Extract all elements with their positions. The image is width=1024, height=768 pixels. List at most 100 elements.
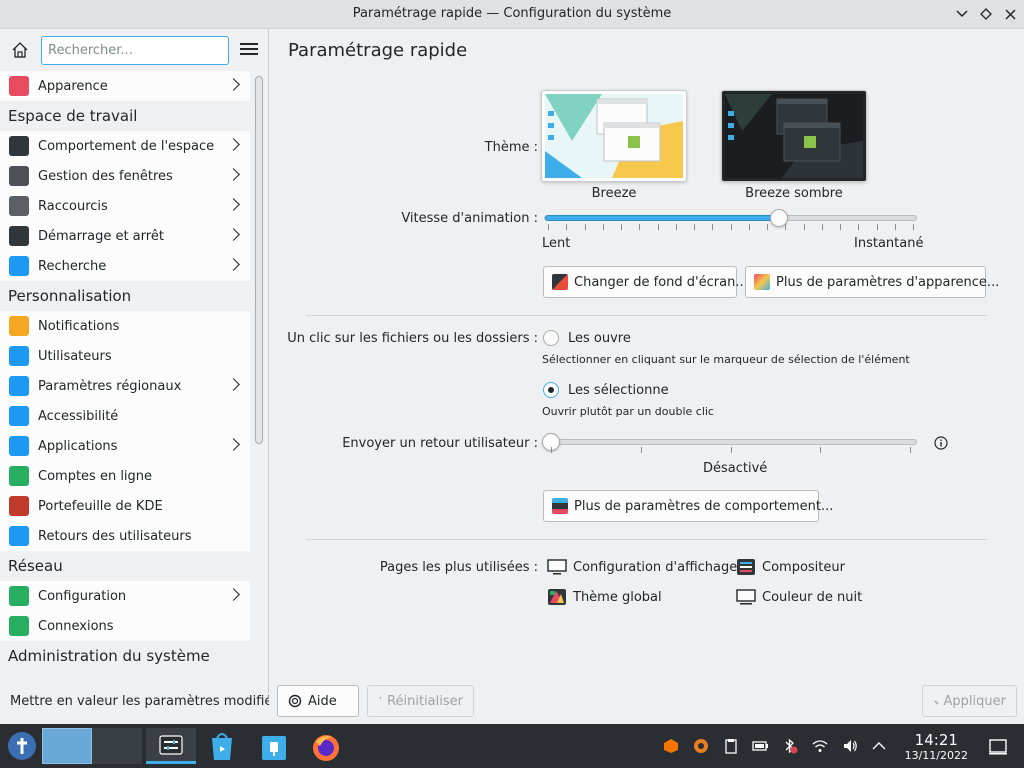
clock-date: 13/11/2022 xyxy=(904,749,968,762)
apply-label: Appliquer xyxy=(943,693,1006,709)
sidebar-item[interactable]: Configuration xyxy=(0,581,250,611)
wifi-icon[interactable] xyxy=(812,738,828,754)
updates-icon[interactable] xyxy=(693,738,709,754)
show-desktop-icon[interactable] xyxy=(989,738,1007,756)
sidebar-item[interactable]: Comptes en ligne xyxy=(0,461,250,491)
slider-tick xyxy=(694,224,695,230)
sidebar-item[interactable]: Gestion des fenêtres xyxy=(0,161,250,191)
sidebar-scrollbar[interactable] xyxy=(255,76,263,444)
sidebar-item-label: Comportement de l'espace ... xyxy=(38,138,218,154)
animation-min-label: Lent xyxy=(542,236,571,251)
chevron-up-icon[interactable] xyxy=(871,738,887,754)
home-icon xyxy=(12,42,28,58)
sidebar-item[interactable]: Retours des utilisateurs xyxy=(0,521,250,551)
theme-name-breeze-dark: Breeze sombre xyxy=(745,186,843,201)
virtual-desktop-1[interactable] xyxy=(42,728,92,764)
breeze-dark-preview-image xyxy=(725,94,863,178)
animation-speed-slider[interactable] xyxy=(544,215,917,221)
slider-tick xyxy=(910,447,911,453)
sidebar-item[interactable]: Accessibilité xyxy=(0,401,250,431)
separator-2 xyxy=(306,539,987,540)
sidebar-item[interactable]: Connexions xyxy=(0,611,250,641)
sidebar-item-label: Gestion des fenêtres xyxy=(38,168,173,184)
appearance-icon xyxy=(9,76,29,96)
minimize-button[interactable] xyxy=(953,5,971,23)
sidebar-item-label: Configuration xyxy=(38,588,127,604)
slider-tick xyxy=(551,447,552,453)
sidebar-item[interactable]: Démarrage et arrêt xyxy=(0,221,250,251)
system-settings-icon xyxy=(159,735,183,755)
volume-icon[interactable] xyxy=(842,738,858,754)
taskbar-files[interactable] xyxy=(258,728,290,764)
sidebar-item[interactable]: Paramètres régionaux xyxy=(0,371,250,401)
network-config-icon xyxy=(9,586,29,606)
separator-1 xyxy=(306,315,987,316)
taskbar-discover[interactable] xyxy=(206,728,238,764)
clock[interactable]: 14:21 13/11/2022 xyxy=(905,731,968,762)
most-used-compositor[interactable]: Compositeur xyxy=(736,558,845,576)
hamburger-menu-button[interactable] xyxy=(240,41,258,59)
most-used-night-color[interactable]: Couleur de nuit xyxy=(736,588,862,606)
slider-tick xyxy=(895,224,896,230)
sidebar-item[interactable]: Recherche xyxy=(0,251,250,281)
feedback-icon xyxy=(9,526,29,546)
sidebar-item-label: Démarrage et arrêt xyxy=(38,228,164,244)
sidebar-item[interactable]: Comportement de l'espace ... xyxy=(0,131,250,161)
maximize-button[interactable] xyxy=(977,5,995,23)
sidebar-item[interactable]: Apparence xyxy=(0,71,250,101)
firefox-icon xyxy=(313,735,339,761)
battery-icon[interactable] xyxy=(752,738,768,754)
sidebar-item-label: Applications xyxy=(38,438,118,454)
apply-button[interactable]: Appliquer xyxy=(922,685,1017,717)
sidebar-item[interactable]: Notifications xyxy=(0,311,250,341)
theme-card-breeze-dark[interactable] xyxy=(721,90,867,182)
bluetooth-icon[interactable] xyxy=(782,738,798,754)
slider-tick xyxy=(603,224,604,230)
most-used-label: Pages les plus utilisées : xyxy=(379,560,538,575)
slider-tick xyxy=(641,447,642,453)
bottom-button-bar: Aide Réinitialiser Appliquer xyxy=(270,684,1024,724)
sidebar-item[interactable]: Portefeuille de KDE xyxy=(0,491,250,521)
reset-button[interactable]: Réinitialiser xyxy=(367,685,474,717)
checkmark-icon xyxy=(934,700,938,705)
help-button[interactable]: Aide xyxy=(277,685,359,717)
feedback-slider[interactable] xyxy=(544,439,917,445)
clipboard-icon[interactable] xyxy=(723,738,739,754)
close-button[interactable] xyxy=(1001,5,1019,23)
more-behavior-label: Plus de paramètres de comportement... xyxy=(574,498,834,514)
click-open-radio[interactable] xyxy=(543,330,559,346)
regional-icon xyxy=(9,376,29,396)
taskbar-firefox[interactable] xyxy=(310,728,342,764)
most-used-global-theme[interactable]: Thème global xyxy=(547,588,662,606)
slider-tick xyxy=(804,224,805,230)
chevron-right-icon xyxy=(227,228,240,241)
users-icon xyxy=(9,346,29,366)
compositor-icon xyxy=(737,559,755,575)
most-used-display-config[interactable]: Configuration d'affichage xyxy=(547,558,737,576)
startup-icon xyxy=(9,226,29,246)
chevron-right-icon xyxy=(227,378,240,391)
more-behavior-settings-button[interactable]: Plus de paramètres de comportement... xyxy=(543,490,833,522)
search-icon xyxy=(9,256,29,276)
more-appearance-settings-button[interactable]: Plus de paramètres d'apparence... xyxy=(745,266,999,298)
slider-tick xyxy=(731,224,732,230)
chevron-right-icon xyxy=(227,138,240,151)
sidebar-item-label: Portefeuille de KDE xyxy=(38,498,163,514)
sidebar-item[interactable]: Utilisateurs xyxy=(0,341,250,371)
wallpaper-icon xyxy=(552,274,568,290)
search-input[interactable] xyxy=(41,36,229,65)
app-launcher-button[interactable] xyxy=(6,730,38,762)
virtual-desktop-2[interactable] xyxy=(92,728,142,764)
taskbar-system-settings[interactable] xyxy=(146,728,196,764)
home-button[interactable] xyxy=(10,40,30,60)
info-icon[interactable] xyxy=(934,436,948,450)
highlight-changed-settings-button[interactable]: Mettre en valeur les paramètres modifiés xyxy=(0,684,269,718)
change-wallpaper-button[interactable]: Changer de fond d'écran... xyxy=(543,266,748,298)
feedback-state-label: Désactivé xyxy=(703,461,768,476)
diamond-icon xyxy=(980,8,992,20)
package-icon[interactable] xyxy=(663,738,679,754)
theme-card-breeze[interactable] xyxy=(541,90,687,182)
sidebar-item[interactable]: Applications xyxy=(0,431,250,461)
click-select-radio[interactable] xyxy=(543,382,559,398)
sidebar-item[interactable]: Raccourcis xyxy=(0,191,250,221)
